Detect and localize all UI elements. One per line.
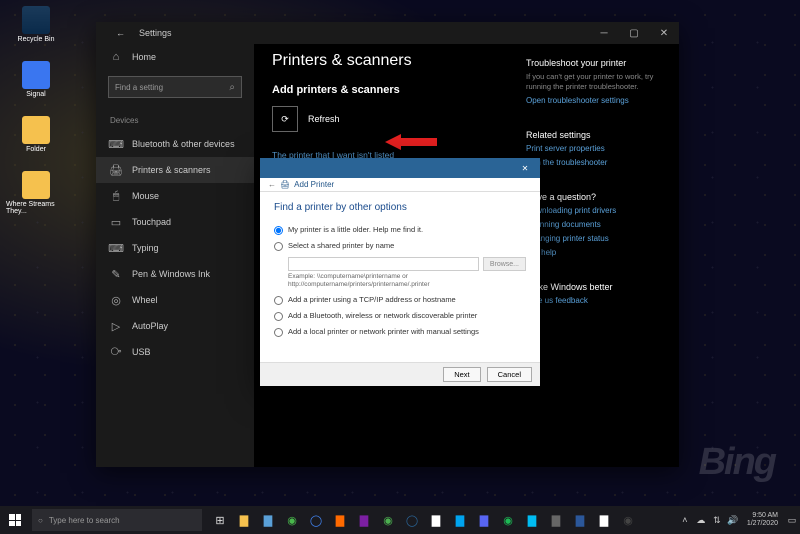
system-tray: ˄ ☁ ⇅ 🔊 9:50 AM 1/27/2020 ▭ — [677, 512, 800, 527]
app-icon[interactable]: ◉ — [496, 506, 520, 534]
dialog-titlebar[interactable]: ✕ — [260, 158, 540, 178]
search-icon: ○ — [38, 516, 43, 525]
page-title: Printers & scanners — [272, 52, 518, 70]
app-icon[interactable]: ▇ — [472, 506, 496, 534]
wheel-icon: ◎ — [110, 294, 122, 306]
app-icon[interactable]: ▇ — [352, 506, 376, 534]
dialog-footer: Next Cancel — [260, 362, 540, 386]
onedrive-icon[interactable]: ☁ — [693, 515, 709, 526]
pen-icon: ✎ — [110, 268, 122, 280]
desktop-icon[interactable]: Where Streams They... — [6, 171, 66, 215]
annotation-arrow — [385, 132, 437, 157]
section-title: Add printers & scanners — [272, 84, 518, 96]
mouse-icon: 🖱 — [110, 190, 122, 202]
related-link[interactable]: Run the troubleshooter — [526, 158, 661, 167]
browse-button[interactable]: Browse... — [483, 257, 526, 271]
radio-tcpip[interactable]: Add a printer using a TCP/IP address or … — [274, 295, 526, 305]
example-text: Example: \\computername\printername or h… — [288, 273, 526, 289]
back-icon[interactable]: ← — [116, 28, 125, 38]
typing-icon: ⌨ — [110, 242, 122, 254]
radio-bluetooth[interactable]: Add a Bluetooth, wireless or network dis… — [274, 311, 526, 321]
taskbar-apps: ⊞ ▇ ▇ ◉ ◯ ▇ ▇ ◉ ◯ ▇ ▇ ▇ ◉ ▇ ▇ ▇ ▇ ◉ — [208, 506, 640, 534]
refresh-icon: ⟳ — [281, 114, 289, 125]
app-icon[interactable]: ◯ — [304, 506, 328, 534]
app-icon[interactable]: ◯ — [400, 506, 424, 534]
taskbar-clock[interactable]: 9:50 AM 1/27/2020 — [741, 512, 784, 527]
settings-search[interactable]: Find a setting ⌕ — [108, 76, 242, 98]
app-icon[interactable]: ▇ — [592, 506, 616, 534]
radio-shared-printer[interactable]: Select a shared printer by name — [274, 241, 526, 251]
printer-icon: 🖨 — [110, 164, 122, 176]
start-button[interactable] — [0, 506, 30, 534]
taskbar-search[interactable]: ○Type here to search — [32, 509, 202, 531]
sidebar-item-autoplay[interactable]: ▷AutoPlay — [96, 313, 254, 339]
close-button[interactable]: ✕ — [649, 22, 679, 44]
sidebar-item-bluetooth[interactable]: ⌨Bluetooth & other devices — [96, 131, 254, 157]
settings-sidebar: ⌂ Home Find a setting ⌕ Devices ⌨Bluetoo… — [96, 44, 254, 467]
home-icon: ⌂ — [110, 51, 122, 63]
dialog-close-button[interactable]: ✕ — [516, 164, 534, 173]
bluetooth-icon: ⌨ — [110, 138, 122, 150]
bing-watermark: Bing — [699, 441, 775, 484]
tray-icon[interactable]: ˄ — [677, 515, 693, 525]
cancel-button[interactable]: Cancel — [487, 367, 532, 382]
window-title: Settings — [139, 28, 172, 38]
task-view-icon[interactable]: ⊞ — [208, 506, 232, 534]
sidebar-category: Devices — [96, 108, 254, 131]
volume-icon[interactable]: 🔊 — [725, 515, 741, 526]
app-icon[interactable]: ▇ — [544, 506, 568, 534]
help-link[interactable]: Scanning documents — [526, 220, 661, 229]
desktop-icon[interactable]: Folder — [6, 116, 66, 153]
search-icon: ⌕ — [229, 82, 235, 93]
help-link[interactable]: Downloading print drivers — [526, 206, 661, 215]
desktop-icon[interactable]: Signal — [6, 61, 66, 98]
sidebar-item-usb[interactable]: ⧂USB — [96, 339, 254, 365]
app-icon[interactable]: ▇ — [256, 506, 280, 534]
sidebar-item-wheel[interactable]: ◎Wheel — [96, 287, 254, 313]
feedback-link[interactable]: Give us feedback — [526, 296, 661, 305]
app-icon[interactable]: ◉ — [376, 506, 400, 534]
app-icon[interactable]: ◉ — [616, 506, 640, 534]
touchpad-icon: ▭ — [110, 216, 122, 228]
app-icon[interactable]: ▇ — [328, 506, 352, 534]
shared-printer-input[interactable] — [288, 257, 479, 271]
windows-logo-icon — [9, 514, 21, 526]
sidebar-item-mouse[interactable]: 🖱Mouse — [96, 183, 254, 209]
desktop-icons: Recycle Bin Signal Folder Where Streams … — [6, 6, 66, 233]
help-link[interactable]: Changing printer status — [526, 234, 661, 243]
app-icon[interactable]: ◉ — [280, 506, 304, 534]
add-printer-dialog: ✕ ← 🖨 Add Printer Find a printer by othe… — [260, 158, 540, 386]
minimize-button[interactable]: ─ — [589, 22, 619, 44]
radio-older-printer[interactable]: My printer is a little older. Help me fi… — [274, 225, 526, 235]
desktop-icon[interactable]: Recycle Bin — [6, 6, 66, 43]
refresh-label: Refresh — [308, 114, 340, 124]
usb-icon: ⧂ — [110, 346, 122, 358]
maximize-button[interactable]: ▢ — [619, 22, 649, 44]
app-icon[interactable]: ▇ — [232, 506, 256, 534]
sidebar-item-typing[interactable]: ⌨Typing — [96, 235, 254, 261]
app-icon[interactable]: ▇ — [424, 506, 448, 534]
window-titlebar[interactable]: ← Settings ─ ▢ ✕ — [96, 22, 679, 44]
radio-manual[interactable]: Add a local printer or network printer w… — [274, 327, 526, 337]
taskbar: ○Type here to search ⊞ ▇ ▇ ◉ ◯ ▇ ▇ ◉ ◯ ▇… — [0, 506, 800, 534]
sidebar-item-printers[interactable]: 🖨Printers & scanners — [96, 157, 254, 183]
sidebar-item-touchpad[interactable]: ▭Touchpad — [96, 209, 254, 235]
related-link[interactable]: Print server properties — [526, 144, 661, 153]
app-icon[interactable]: ▇ — [520, 506, 544, 534]
autoplay-icon: ▷ — [110, 320, 122, 332]
app-icon[interactable]: ▇ — [568, 506, 592, 534]
printer-icon: 🖨 — [280, 180, 290, 189]
sidebar-home[interactable]: ⌂ Home — [96, 44, 254, 70]
app-icon[interactable]: ▇ — [448, 506, 472, 534]
dialog-title: Find a printer by other options — [274, 202, 526, 213]
wifi-icon[interactable]: ⇅ — [709, 515, 725, 526]
next-button[interactable]: Next — [443, 367, 480, 382]
sidebar-item-pen[interactable]: ✎Pen & Windows Ink — [96, 261, 254, 287]
dialog-breadcrumb: ← 🖨 Add Printer — [260, 178, 540, 192]
help-link[interactable]: Get help — [526, 248, 661, 257]
notifications-icon[interactable]: ▭ — [784, 515, 800, 526]
open-troubleshooter-link[interactable]: Open troubleshooter settings — [526, 96, 661, 105]
refresh-button[interactable]: ⟳ — [272, 106, 298, 132]
